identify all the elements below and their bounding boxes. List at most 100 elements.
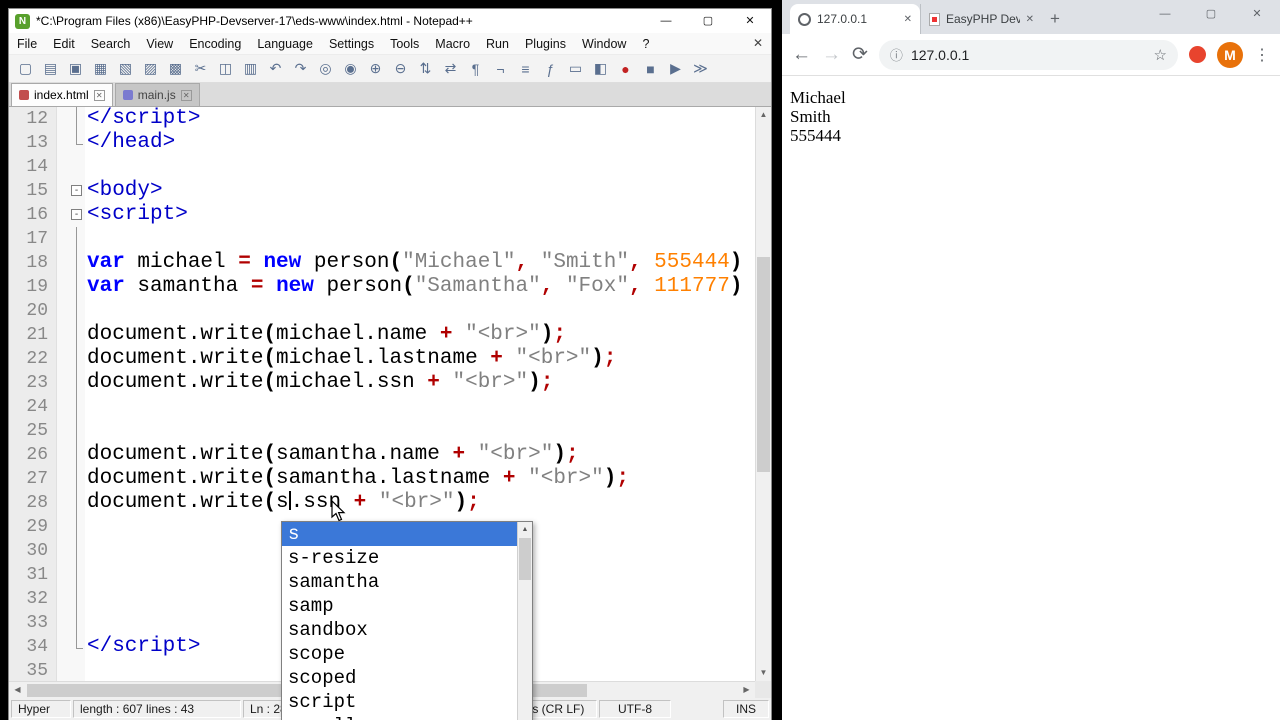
find-button[interactable]: ◎ (314, 58, 337, 80)
scroll-down-arrow[interactable]: ▼ (756, 665, 771, 681)
page-text-line: Michael (790, 88, 846, 107)
document-tabbar: index.html ✕ main.js ✕ (9, 83, 771, 107)
copy-button[interactable]: ◫ (214, 58, 237, 80)
save-all-button[interactable]: ▦ (89, 58, 112, 80)
autocomplete-item[interactable]: s-resize (282, 546, 517, 570)
vertical-scroll-thumb[interactable] (757, 257, 770, 472)
menu-tools[interactable]: Tools (382, 33, 427, 55)
site-info-icon[interactable]: ⓘ (890, 45, 903, 64)
sync-horizontal-button[interactable]: ⇄ (439, 58, 462, 80)
saved-doc-icon (122, 90, 133, 100)
refresh-button[interactable]: ⟳ (852, 43, 868, 66)
profile-avatar[interactable]: M (1217, 41, 1243, 68)
new-file-button[interactable]: ▢ (14, 58, 37, 80)
fold-margin (57, 227, 85, 251)
autocomplete-scrollbar[interactable]: ▲ (517, 522, 532, 720)
vertical-scrollbar[interactable]: ▲ ▼ (755, 107, 771, 681)
close-button[interactable]: ▧ (114, 58, 137, 80)
browser-close-button[interactable]: ✕ (1234, 0, 1280, 28)
fold-collapse-icon[interactable]: - (71, 185, 82, 196)
browser-menu-icon[interactable]: ⋮ (1254, 45, 1270, 65)
function-list-button[interactable]: ƒ (539, 58, 562, 80)
bookmark-star-icon[interactable]: ☆ (1154, 46, 1167, 64)
window-title: *C:\Program Files (x86)\EasyPHP-Devserve… (36, 14, 473, 28)
cut-button[interactable]: ✂ (189, 58, 212, 80)
undo-button[interactable]: ↶ (264, 58, 287, 80)
sync-vertical-button[interactable]: ⇅ (414, 58, 437, 80)
browser-minimize-button[interactable]: — (1142, 0, 1188, 28)
close-button[interactable]: ✕ (729, 9, 771, 33)
menu-macro[interactable]: Macro (427, 33, 478, 55)
browser-tab-easyphp[interactable]: EasyPHP Dev ✕ (920, 4, 1042, 34)
print-button[interactable]: ▩ (164, 58, 187, 80)
menu-encoding[interactable]: Encoding (181, 33, 249, 55)
record-macro-button[interactable]: ● (614, 58, 637, 80)
play-macro-button[interactable]: ▶ (664, 58, 687, 80)
browser-tab-close-icon[interactable]: ✕ (904, 14, 912, 25)
menu-language[interactable]: Language (249, 33, 321, 55)
menu-settings[interactable]: Settings (321, 33, 382, 55)
close-all-button[interactable]: ▨ (139, 58, 162, 80)
browser-maximize-button[interactable]: ▢ (1188, 0, 1234, 28)
tab-close-icon[interactable]: ✕ (93, 89, 105, 101)
word-wrap-button[interactable]: ¶ (464, 58, 487, 80)
autocomplete-scroll-thumb[interactable] (519, 538, 531, 580)
autocomplete-item[interactable]: scroll (282, 714, 517, 720)
replace-button[interactable]: ◉ (339, 58, 362, 80)
run-multi-macro-button[interactable]: ≫ (689, 58, 712, 80)
fold-line (76, 347, 77, 371)
menu-file[interactable]: File (9, 33, 45, 55)
fold-line (76, 587, 77, 611)
show-all-chars-button[interactable]: ¬ (489, 58, 512, 80)
autocomplete-item[interactable]: scoped (282, 666, 517, 690)
autocomplete-item[interactable]: samantha (282, 570, 517, 594)
code-token: michael.ssn (276, 371, 428, 394)
autocomplete-item[interactable]: scope (282, 642, 517, 666)
code-token: new (276, 275, 314, 298)
titlebar[interactable]: N *C:\Program Files (x86)\EasyPHP-Devser… (9, 9, 771, 33)
redo-button[interactable]: ↷ (289, 58, 312, 80)
document-switcher-button[interactable]: ◧ (589, 58, 612, 80)
menu-run[interactable]: Run (478, 33, 517, 55)
menu-help[interactable]: ? (634, 33, 657, 55)
code-token: var (87, 251, 125, 274)
menu-edit[interactable]: Edit (45, 33, 83, 55)
tab-index-html[interactable]: index.html ✕ (11, 83, 113, 106)
address-bar[interactable]: ⓘ 127.0.0.1 ☆ (878, 39, 1178, 70)
menu-plugins[interactable]: Plugins (517, 33, 574, 55)
zoom-out-button[interactable]: ⊖ (389, 58, 412, 80)
browser-tab-close-icon[interactable]: ✕ (1026, 14, 1034, 25)
open-file-button[interactable]: ▤ (39, 58, 62, 80)
autocomplete-scroll-up-arrow[interactable]: ▲ (518, 522, 532, 537)
tab-close-icon[interactable]: ✕ (180, 89, 192, 101)
line-number: 26 (9, 443, 57, 467)
menu-view[interactable]: View (138, 33, 181, 55)
autocomplete-item[interactable]: samp (282, 594, 517, 618)
document-map-button[interactable]: ▭ (564, 58, 587, 80)
maximize-button[interactable]: ▢ (687, 9, 729, 33)
indent-guide-button[interactable]: ≡ (514, 58, 537, 80)
new-tab-button[interactable]: + (1050, 9, 1060, 29)
scroll-up-arrow[interactable]: ▲ (756, 107, 771, 123)
menu-search[interactable]: Search (83, 33, 139, 55)
browser-window-controls: — ▢ ✕ (1142, 0, 1280, 28)
menu-window[interactable]: Window (574, 33, 634, 55)
zoom-in-button[interactable]: ⊕ (364, 58, 387, 80)
extension-icon[interactable] (1189, 46, 1206, 63)
menubar-close-icon[interactable]: ✕ (753, 36, 763, 50)
save-button[interactable]: ▣ (64, 58, 87, 80)
minimize-button[interactable]: — (645, 9, 687, 33)
stop-macro-button[interactable]: ■ (639, 58, 662, 80)
browser-tab-127-0-0-1[interactable]: 127.0.0.1 ✕ (790, 4, 920, 34)
paste-button[interactable]: ▥ (239, 58, 262, 80)
fold-line (76, 443, 77, 467)
fold-collapse-icon[interactable]: - (71, 209, 82, 220)
fold-line (76, 611, 77, 635)
autocomplete-item[interactable]: s (282, 522, 517, 546)
autocomplete-item[interactable]: script (282, 690, 517, 714)
scroll-left-arrow[interactable]: ◀ (9, 682, 26, 698)
back-button[interactable]: ← (792, 44, 811, 66)
autocomplete-item[interactable]: sandbox (282, 618, 517, 642)
scroll-right-arrow[interactable]: ▶ (738, 682, 755, 698)
tab-main-js[interactable]: main.js ✕ (114, 83, 200, 106)
